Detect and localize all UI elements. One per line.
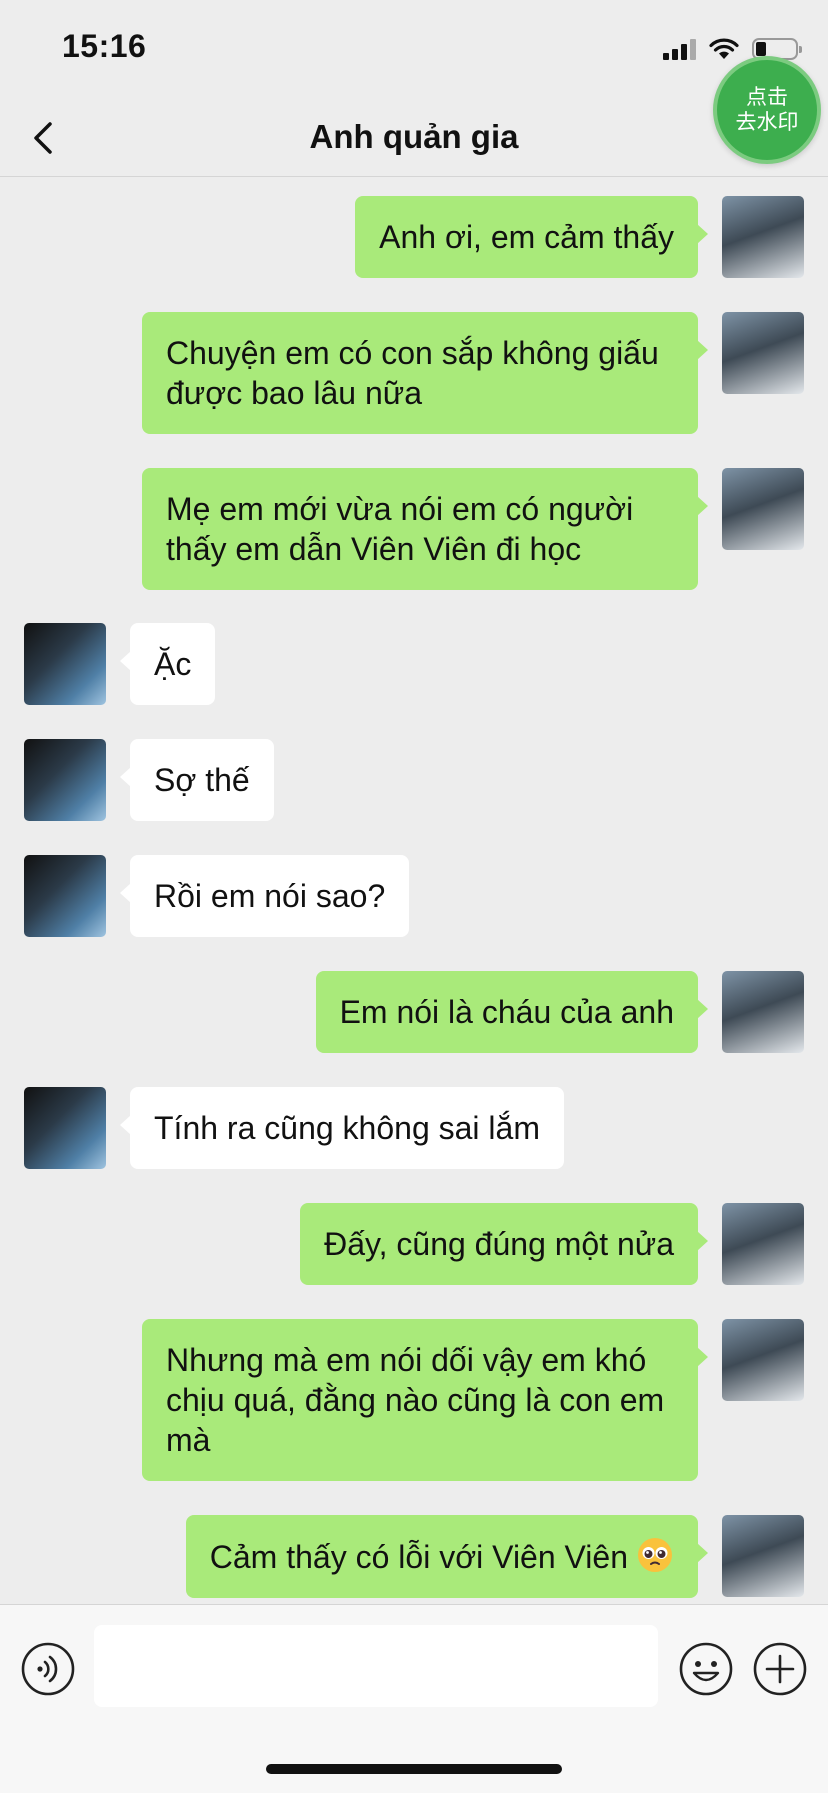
message-bubble[interactable]: Đấy, cũng đúng một nửa [300, 1203, 708, 1285]
message-bubble[interactable]: Anh ơi, em cảm thấy [355, 196, 708, 278]
message-input[interactable] [94, 1625, 658, 1707]
avatar-contact[interactable] [24, 623, 106, 705]
plus-icon[interactable] [752, 1641, 808, 1697]
avatar-self[interactable] [722, 468, 804, 550]
nav-bar: Anh quản gia [0, 100, 828, 177]
smiley-icon[interactable] [678, 1641, 734, 1697]
message-outgoing: Chuyện em có con sắp không giấu được bao… [0, 312, 828, 434]
message-incoming: Tính ra cũng không sai lắm [0, 1087, 828, 1169]
message-bubble[interactable]: Cảm thấy có lỗi với Viên Viên [185, 1515, 709, 1598]
status-time: 15:16 [62, 28, 147, 64]
avatar-self[interactable] [722, 1515, 804, 1597]
message-outgoing: Anh ơi, em cảm thấy [0, 196, 828, 278]
voice-icon[interactable] [20, 1641, 76, 1697]
avatar-contact[interactable] [24, 739, 106, 821]
avatar-self[interactable] [722, 196, 804, 278]
message-bubble[interactable]: Em nói là cháu của anh [315, 971, 709, 1053]
avatar-contact[interactable] [24, 855, 106, 937]
message-text: Cảm thấy có lỗi với Viên Viên [209, 1539, 628, 1575]
message-incoming: Ặc [0, 623, 828, 705]
message-outgoing: Đấy, cũng đúng một nửa [0, 1203, 828, 1285]
pleading-face-emoji-icon [638, 1538, 672, 1572]
message-bubble[interactable]: Ặc [119, 623, 216, 705]
message-incoming: Rồi em nói sao? [0, 855, 828, 937]
message-outgoing: Mẹ em mới vừa nói em có người thấy em dẫ… [0, 468, 828, 590]
message-bubble[interactable]: Tính ra cũng không sai lắm [120, 1087, 564, 1169]
chat-area[interactable]: Anh ơi, em cảm thấy Chuyện em có con sắp… [0, 176, 828, 1604]
badge-line-2: 去水印 [735, 111, 799, 134]
message-bubble[interactable]: Chuyện em có con sắp không giấu được bao… [142, 312, 708, 434]
wifi-icon [709, 38, 739, 59]
remove-watermark-badge[interactable]: 点击 去水印 [713, 56, 821, 164]
avatar-self[interactable] [722, 1203, 804, 1285]
avatar-self[interactable] [722, 971, 804, 1053]
avatar-contact[interactable] [24, 1087, 106, 1169]
message-incoming: Sợ thế [0, 739, 828, 821]
message-outgoing: Cảm thấy có lỗi với Viên Viên [0, 1515, 828, 1598]
message-outgoing: Nhưng mà em nói dối vậy em khó chịu quá,… [0, 1319, 828, 1481]
message-bubble[interactable]: Sợ thế [120, 739, 274, 821]
badge-line-1: 点击 [746, 86, 788, 109]
avatar-self[interactable] [722, 1319, 804, 1401]
avatar-self[interactable] [722, 312, 804, 394]
message-bubble[interactable]: Rồi em nói sao? [119, 855, 410, 937]
status-bar: 15:16 [0, 0, 828, 100]
message-bubble[interactable]: Mẹ em mới vừa nói em có người thấy em dẫ… [142, 468, 708, 590]
chat-title: Anh quản gia [309, 118, 519, 155]
cellular-signal-icon [663, 38, 696, 60]
home-indicator[interactable] [266, 1764, 562, 1774]
message-outgoing: Em nói là cháu của anh [0, 971, 828, 1053]
message-bubble[interactable]: Nhưng mà em nói dối vậy em khó chịu quá,… [142, 1319, 708, 1481]
